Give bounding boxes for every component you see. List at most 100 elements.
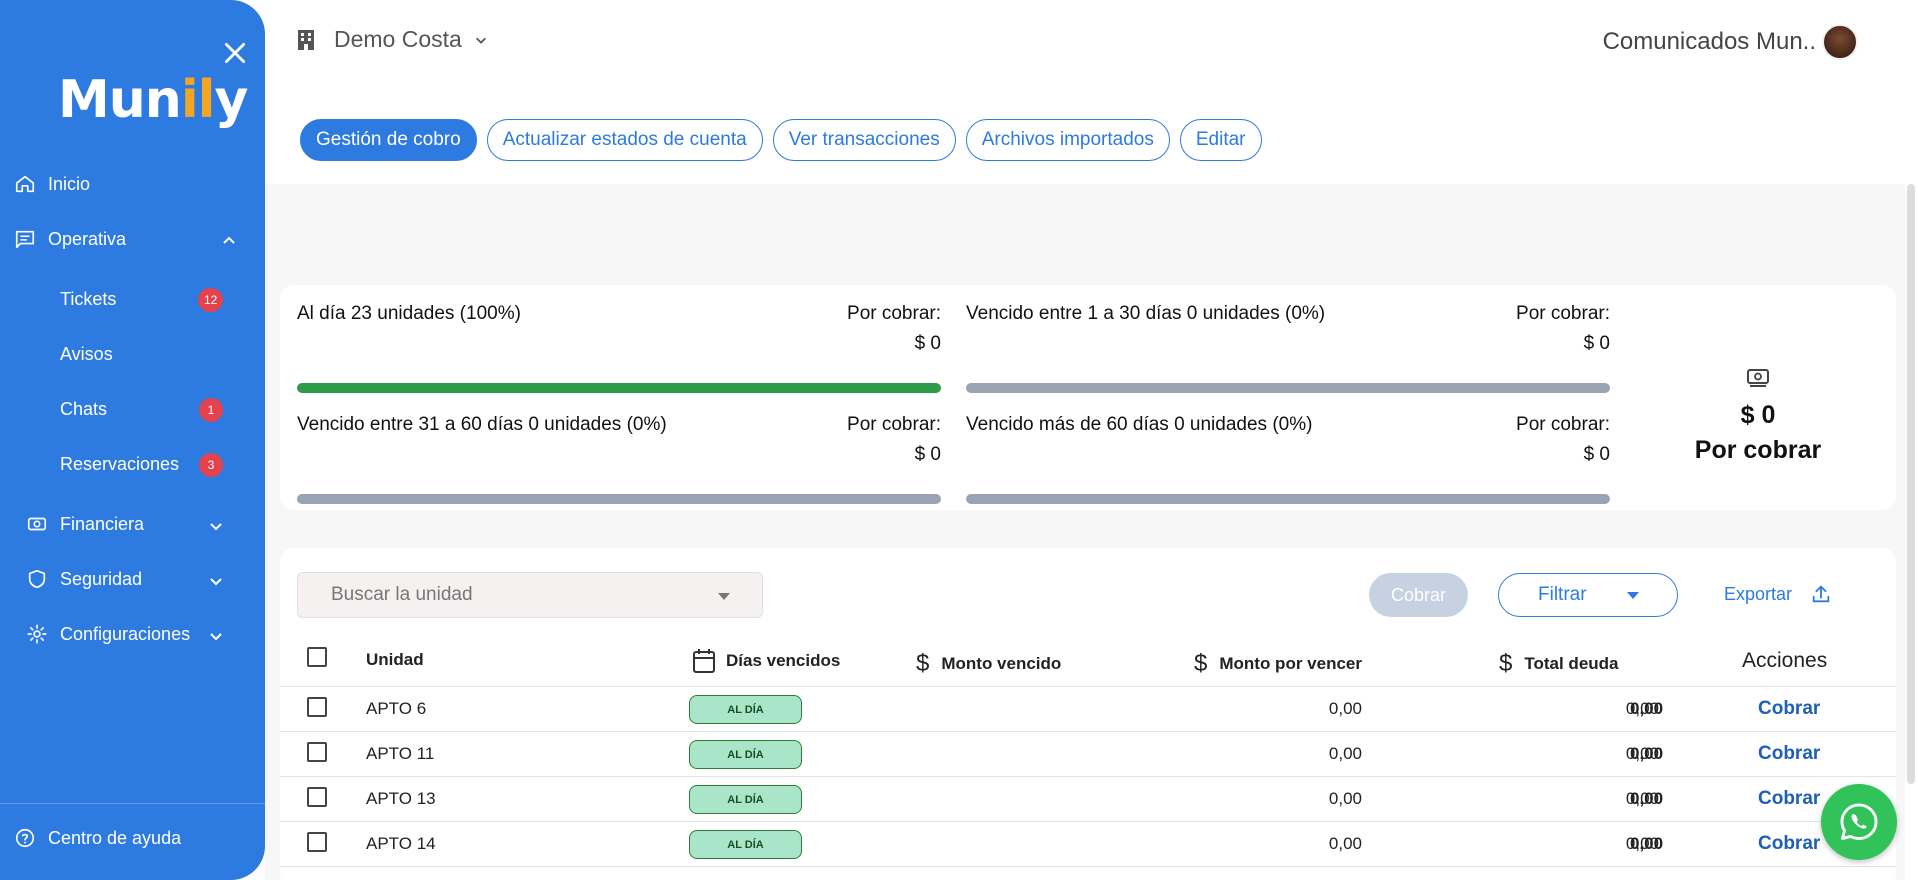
tab-archivos-importados[interactable]: Archivos importados [965,119,1170,161]
metric-por-cobrar-label: Por cobrar: [847,303,941,324]
sidebar-item-seguridad[interactable]: Seguridad [26,568,142,590]
whatsapp-button[interactable] [1821,784,1897,860]
avatar [1822,24,1858,60]
unit-name: APTO 6 [366,699,427,718]
gear-icon [27,624,47,644]
table-row: APTO 6 AL DÍA 0,00 0,00 0,00 Cobrar [280,686,1896,731]
progress-bar [297,494,941,504]
row-checkbox[interactable] [307,787,327,807]
sidebar-item-configuraciones[interactable]: Configuraciones [26,623,190,645]
chevron-down-icon[interactable] [208,573,224,589]
sidebar: Munily Inicio Operativa Tickets 12 Aviso… [0,0,265,880]
column-header-label: Días vencidos [726,651,841,670]
column-header-dias-vencidos: Días vencidos [692,648,840,674]
metric-amount: $ 0 [914,444,941,465]
caret-down-icon [1627,592,1639,599]
sidebar-divider [0,803,265,804]
total-deuda: 0,00 [1630,699,1664,718]
dollar-icon: $ [1499,650,1513,677]
table-row: APTO 11 AL DÍA 0,00 0,00 0,00 Cobrar [280,731,1896,776]
cobrar-link[interactable]: Cobrar [1758,788,1820,810]
export-label: Exportar [1724,583,1793,604]
tab-ver-transacciones[interactable]: Ver transacciones [772,119,956,161]
monto-vencido: 0,00 [1328,744,1362,763]
sidebar-item-label: Inicio [48,173,91,194]
user-menu[interactable]: Comunicados Mun.. [1603,24,1858,60]
total-deuda: 0,00 [1630,789,1664,808]
sidebar-item-financiera[interactable]: Financiera [26,513,144,535]
row-checkbox[interactable] [307,697,327,717]
tab-bar: Gestión de cobro Actualizar estados de c… [300,119,1262,161]
table-row [280,866,1896,880]
user-name: Comunicados Mun.. [1602,28,1816,55]
close-icon[interactable] [222,40,248,66]
message-square-icon [15,230,35,249]
tickets-badge: 12 [198,288,224,312]
total-value: $ 0 [1740,401,1776,429]
chevron-down-icon[interactable] [208,628,224,644]
column-header-monto-por-vencer: $ Monto por vencer [1194,650,1362,678]
sidebar-item-reservaciones[interactable]: Reservaciones [60,454,179,475]
sidebar-item-label: Configuraciones [60,623,191,644]
cobrar-link[interactable]: Cobrar [1758,698,1820,720]
total-deuda: 0,00 [1630,834,1664,853]
metric-label: Al día 23 unidades (100%) [297,303,521,324]
organization-name: Demo Costa [334,26,462,52]
sidebar-item-operativa[interactable]: Operativa [14,228,126,250]
metric-amount: $ 0 [914,333,941,354]
filter-button[interactable]: Filtrar [1498,573,1678,617]
shield-icon [28,569,46,589]
tab-editar[interactable]: Editar [1179,119,1262,161]
row-checkbox[interactable] [307,742,327,762]
scrollbar[interactable] [1907,184,1915,784]
sidebar-item-tickets[interactable]: Tickets [60,289,116,310]
reservaciones-badge: 3 [199,453,223,477]
total-deuda: 0,00 [1630,744,1664,763]
sidebar-item-avisos[interactable]: Avisos [60,344,113,365]
sidebar-item-inicio[interactable]: Inicio [14,173,90,195]
monto-vencido: 0,00 [1328,789,1362,808]
metric-por-cobrar-label: Por cobrar: [847,414,941,435]
chevron-down-icon[interactable] [208,518,224,534]
column-header-unidad: Unidad [366,650,424,670]
column-header-label: Monto por vencer [1219,654,1362,673]
sidebar-item-label: Seguridad [60,568,143,589]
metric-por-cobrar-label: Por cobrar: [1516,303,1610,324]
help-center-link[interactable]: Centro de ayuda [14,827,181,849]
chats-badge: 1 [199,398,223,422]
column-header-label: Total deuda [1524,654,1619,673]
organization-selector[interactable]: Demo Costa [296,26,506,53]
cobrar-link[interactable]: Cobrar [1758,833,1820,855]
sidebar-item-chats[interactable]: Chats [60,399,107,420]
total-por-cobrar: $ 0 Por cobrar [1678,366,1838,465]
unit-name: APTO 13 [366,789,436,808]
chevron-up-icon[interactable] [221,233,237,249]
cobrar-button[interactable]: Cobrar [1369,573,1468,617]
chevron-down-icon [475,37,486,44]
home-icon [15,175,35,193]
metric-amount: $ 0 [1583,444,1610,465]
building-icon [298,29,314,50]
metric-label: Vencido más de 60 días 0 unidades (0%) [966,414,1313,435]
progress-fill [297,383,941,393]
column-header-monto-vencido: $ Monto vencido [916,650,1061,678]
tab-actualizar-estados[interactable]: Actualizar estados de cuenta [486,119,763,161]
whatsapp-icon [1840,803,1878,840]
select-all-checkbox[interactable] [307,647,327,667]
munily-logo: Munily [58,70,248,130]
search-unit-select[interactable]: Buscar la unidad [297,572,763,618]
column-header-label: Unidad [366,650,424,669]
unit-name: APTO 11 [366,744,435,763]
sidebar-item-label: Avisos [60,344,113,364]
row-checkbox[interactable] [307,832,327,852]
cobrar-link[interactable]: Cobrar [1758,743,1820,765]
sidebar-item-label: Financiera [60,513,145,534]
export-button[interactable]: Exportar [1724,583,1832,605]
progress-bar [297,383,941,393]
progress-bar [966,494,1610,504]
column-header-total-deuda: $ Total deuda [1499,650,1619,678]
status-badge: AL DÍA [689,695,802,724]
search-placeholder: Buscar la unidad [331,584,473,605]
sidebar-item-label: Operativa [48,228,127,249]
tab-gestion-de-cobro[interactable]: Gestión de cobro [300,119,477,161]
